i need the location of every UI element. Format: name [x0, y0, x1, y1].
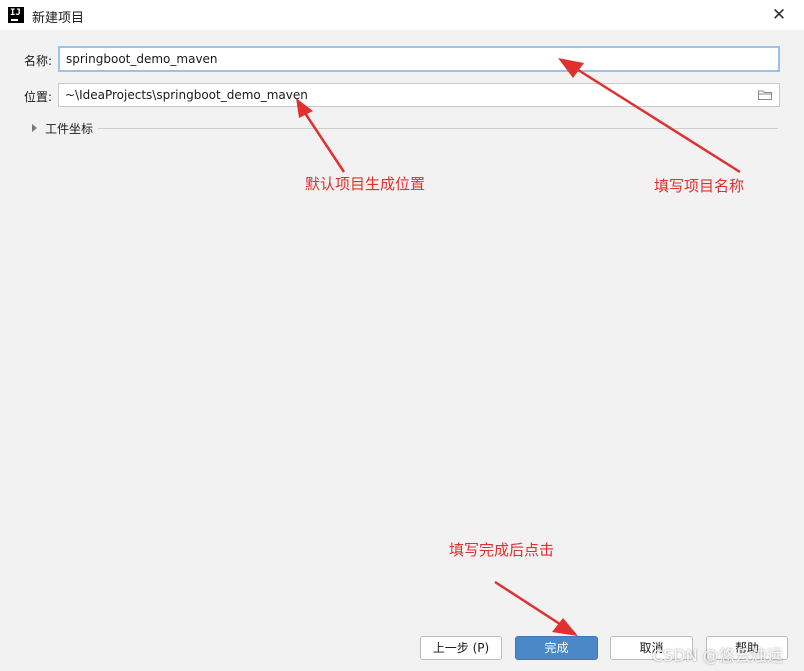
annotation-fill-name: 填写项目名称: [654, 177, 745, 195]
project-location-input[interactable]: [58, 83, 780, 107]
close-icon: ✕: [771, 5, 787, 25]
annotation-default-location: 默认项目生成位置: [305, 175, 426, 193]
finish-button[interactable]: 完成: [515, 636, 598, 660]
folder-icon[interactable]: [758, 90, 772, 100]
arrow-to-finish-button: [494, 580, 567, 630]
title-bar: IJ 新建项目 ✕: [0, 0, 804, 30]
artifact-coordinates-toggle[interactable]: 工件坐标: [45, 120, 93, 137]
close-button[interactable]: ✕: [768, 4, 790, 26]
section-divider: [98, 128, 778, 129]
name-label: 名称:: [24, 54, 53, 68]
csdn-watermark: CSDN @悠云烛远: [652, 646, 783, 665]
arrow-to-location-field: [301, 109, 346, 173]
annotation-click-after-done: 填写完成后点击: [449, 541, 555, 559]
location-label: 位置:: [24, 90, 53, 104]
dialog-title: 新建项目: [32, 11, 85, 26]
intellij-app-icon: IJ: [8, 7, 24, 23]
arrow-head-finish: [552, 618, 578, 636]
previous-step-button[interactable]: 上一步 (P): [420, 636, 502, 660]
section-expand-chevron-icon[interactable]: [32, 124, 37, 132]
project-name-input[interactable]: [58, 46, 780, 72]
